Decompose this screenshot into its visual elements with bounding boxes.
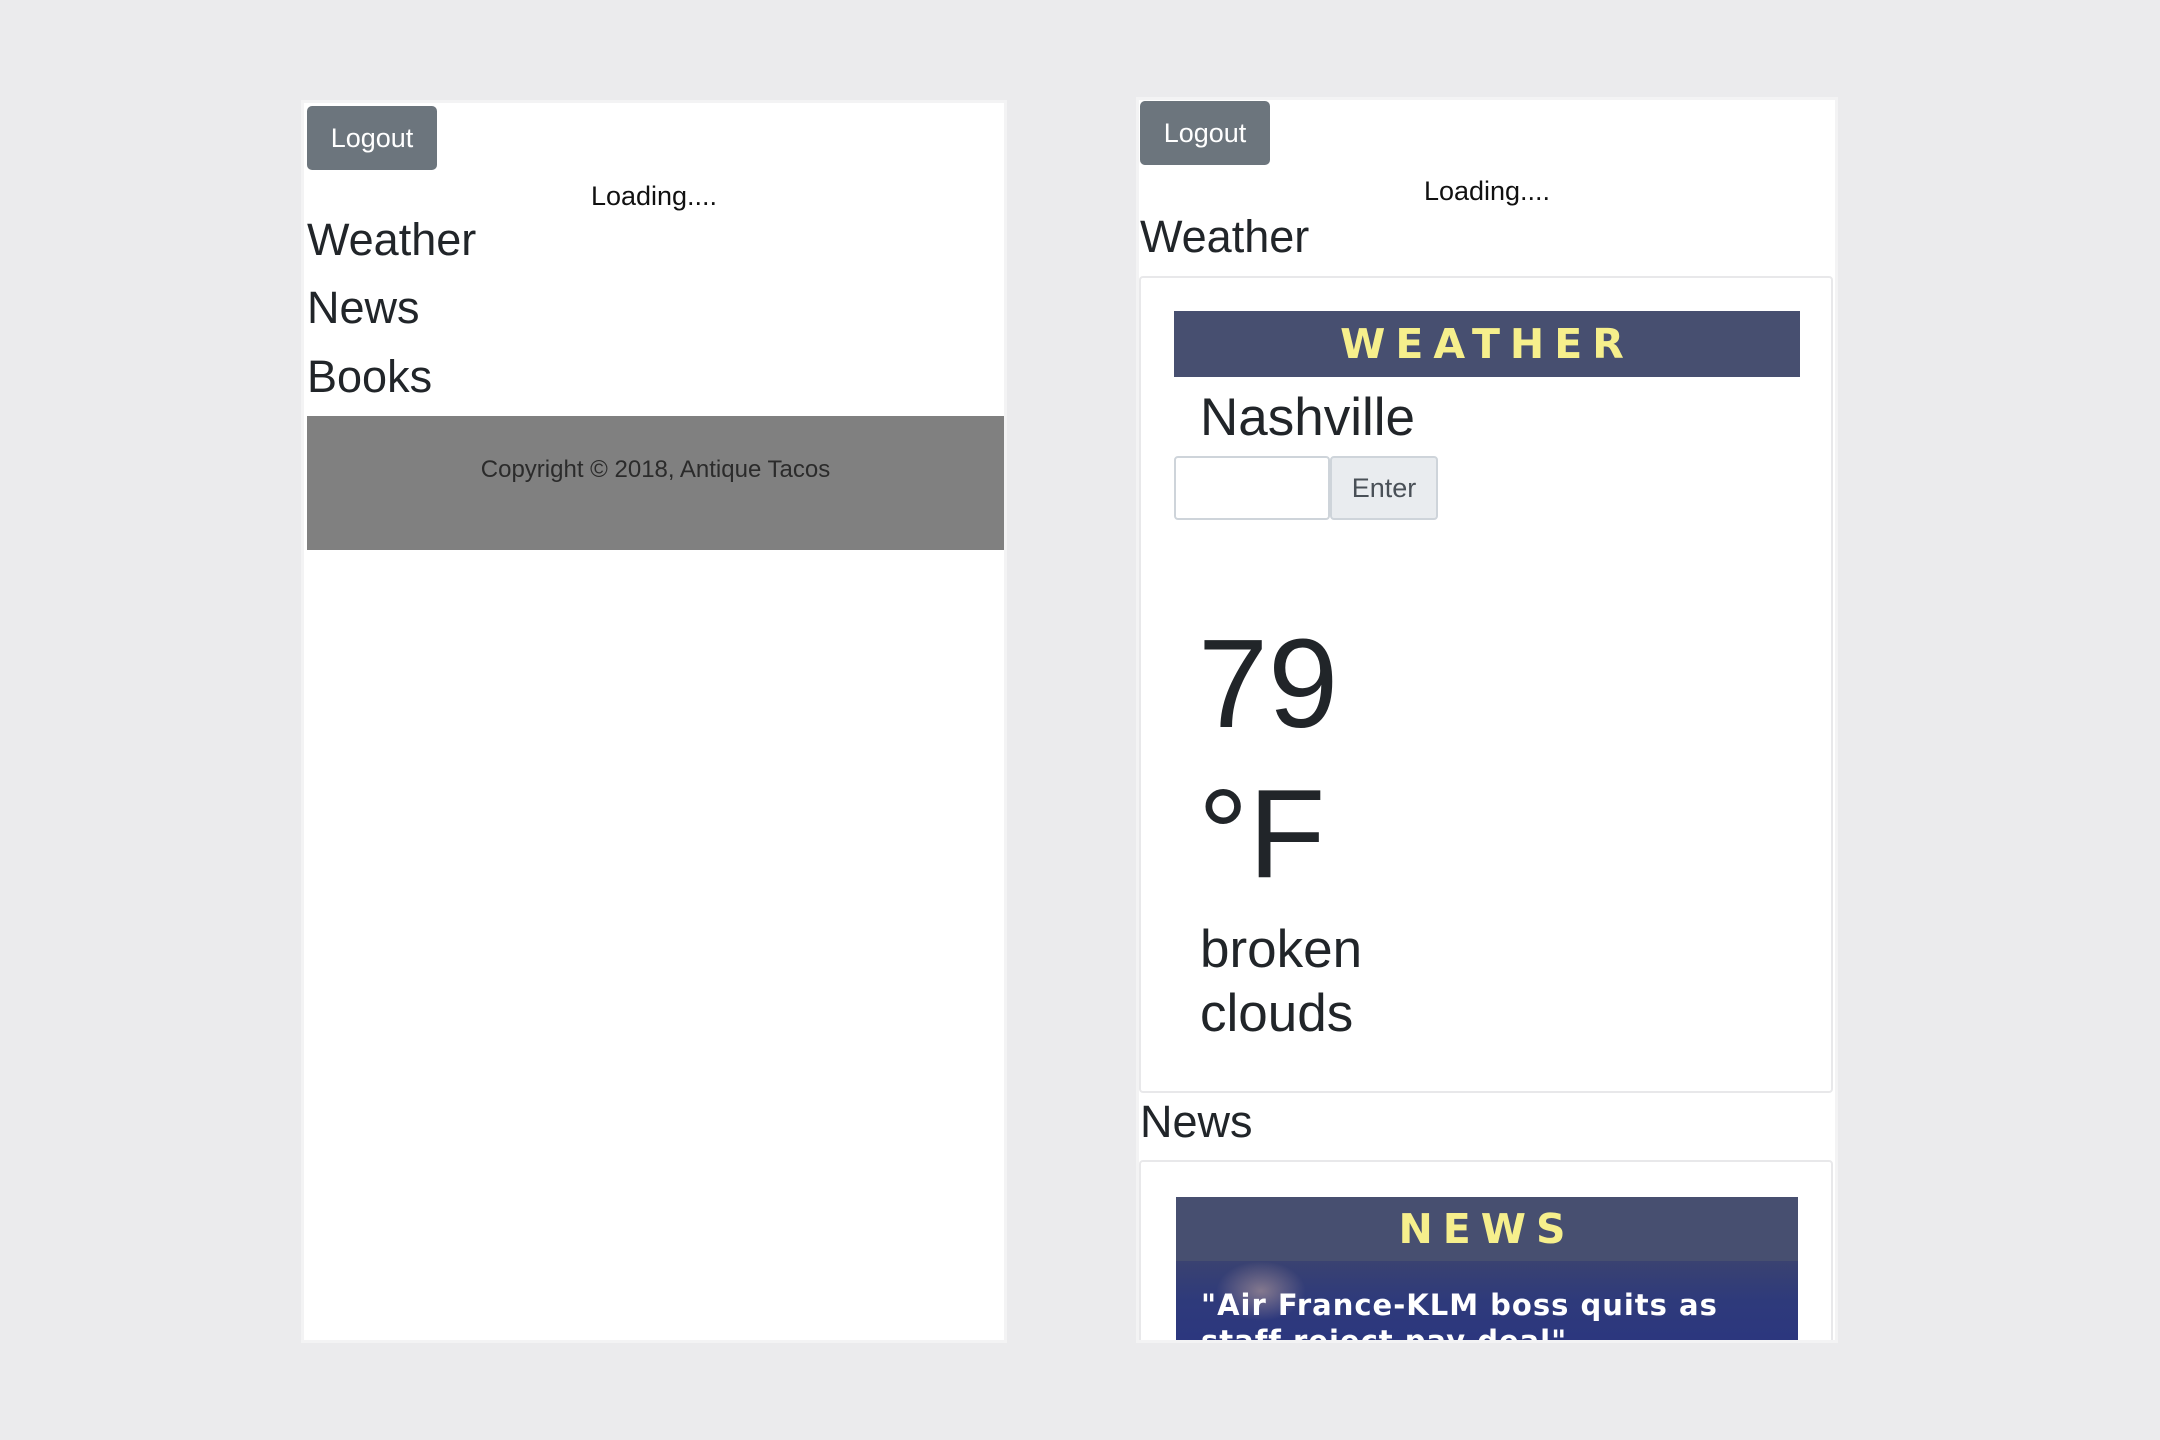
weather-banner: WEATHER (1174, 311, 1800, 377)
weather-card: WEATHER Nashville Enter 79 °F broken clo… (1139, 276, 1833, 1093)
city-name: Nashville (1200, 388, 1416, 447)
footer: Copyright © 2018, Antique Tacos (307, 416, 1004, 550)
nav-link-weather[interactable]: Weather (307, 212, 476, 268)
temperature-unit: °F (1198, 763, 1326, 904)
news-image[interactable]: "Air France-KLM boss quits as staff reje… (1176, 1261, 1798, 1340)
right-screen: Logout Loading.... Weather WEATHER Nashv… (1139, 100, 1835, 1340)
temperature-value: 79 (1198, 613, 1339, 754)
logout-button[interactable]: Logout (307, 106, 437, 170)
loading-text: Loading.... (1423, 176, 1551, 206)
nav-link-news[interactable]: News (307, 280, 420, 336)
city-input[interactable] (1174, 456, 1330, 520)
left-screen: Logout Loading.... Weather News Books Co… (304, 103, 1004, 1340)
loading-text: Loading.... (590, 181, 718, 211)
news-section-title: News (1140, 1096, 1253, 1147)
copyright-text: Copyright © 2018, Antique Tacos (480, 456, 831, 483)
news-card: NEWS "Air France-KLM boss quits as staff… (1139, 1160, 1833, 1340)
enter-button[interactable]: Enter (1330, 456, 1438, 520)
weather-section-title: Weather (1140, 211, 1310, 262)
news-banner: NEWS (1176, 1197, 1798, 1261)
news-headline[interactable]: "Air France-KLM boss quits as staff reje… (1201, 1287, 1781, 1340)
weather-condition: broken clouds (1200, 920, 1363, 1043)
nav-link-books[interactable]: Books (307, 349, 432, 405)
logout-button[interactable]: Logout (1140, 101, 1270, 165)
